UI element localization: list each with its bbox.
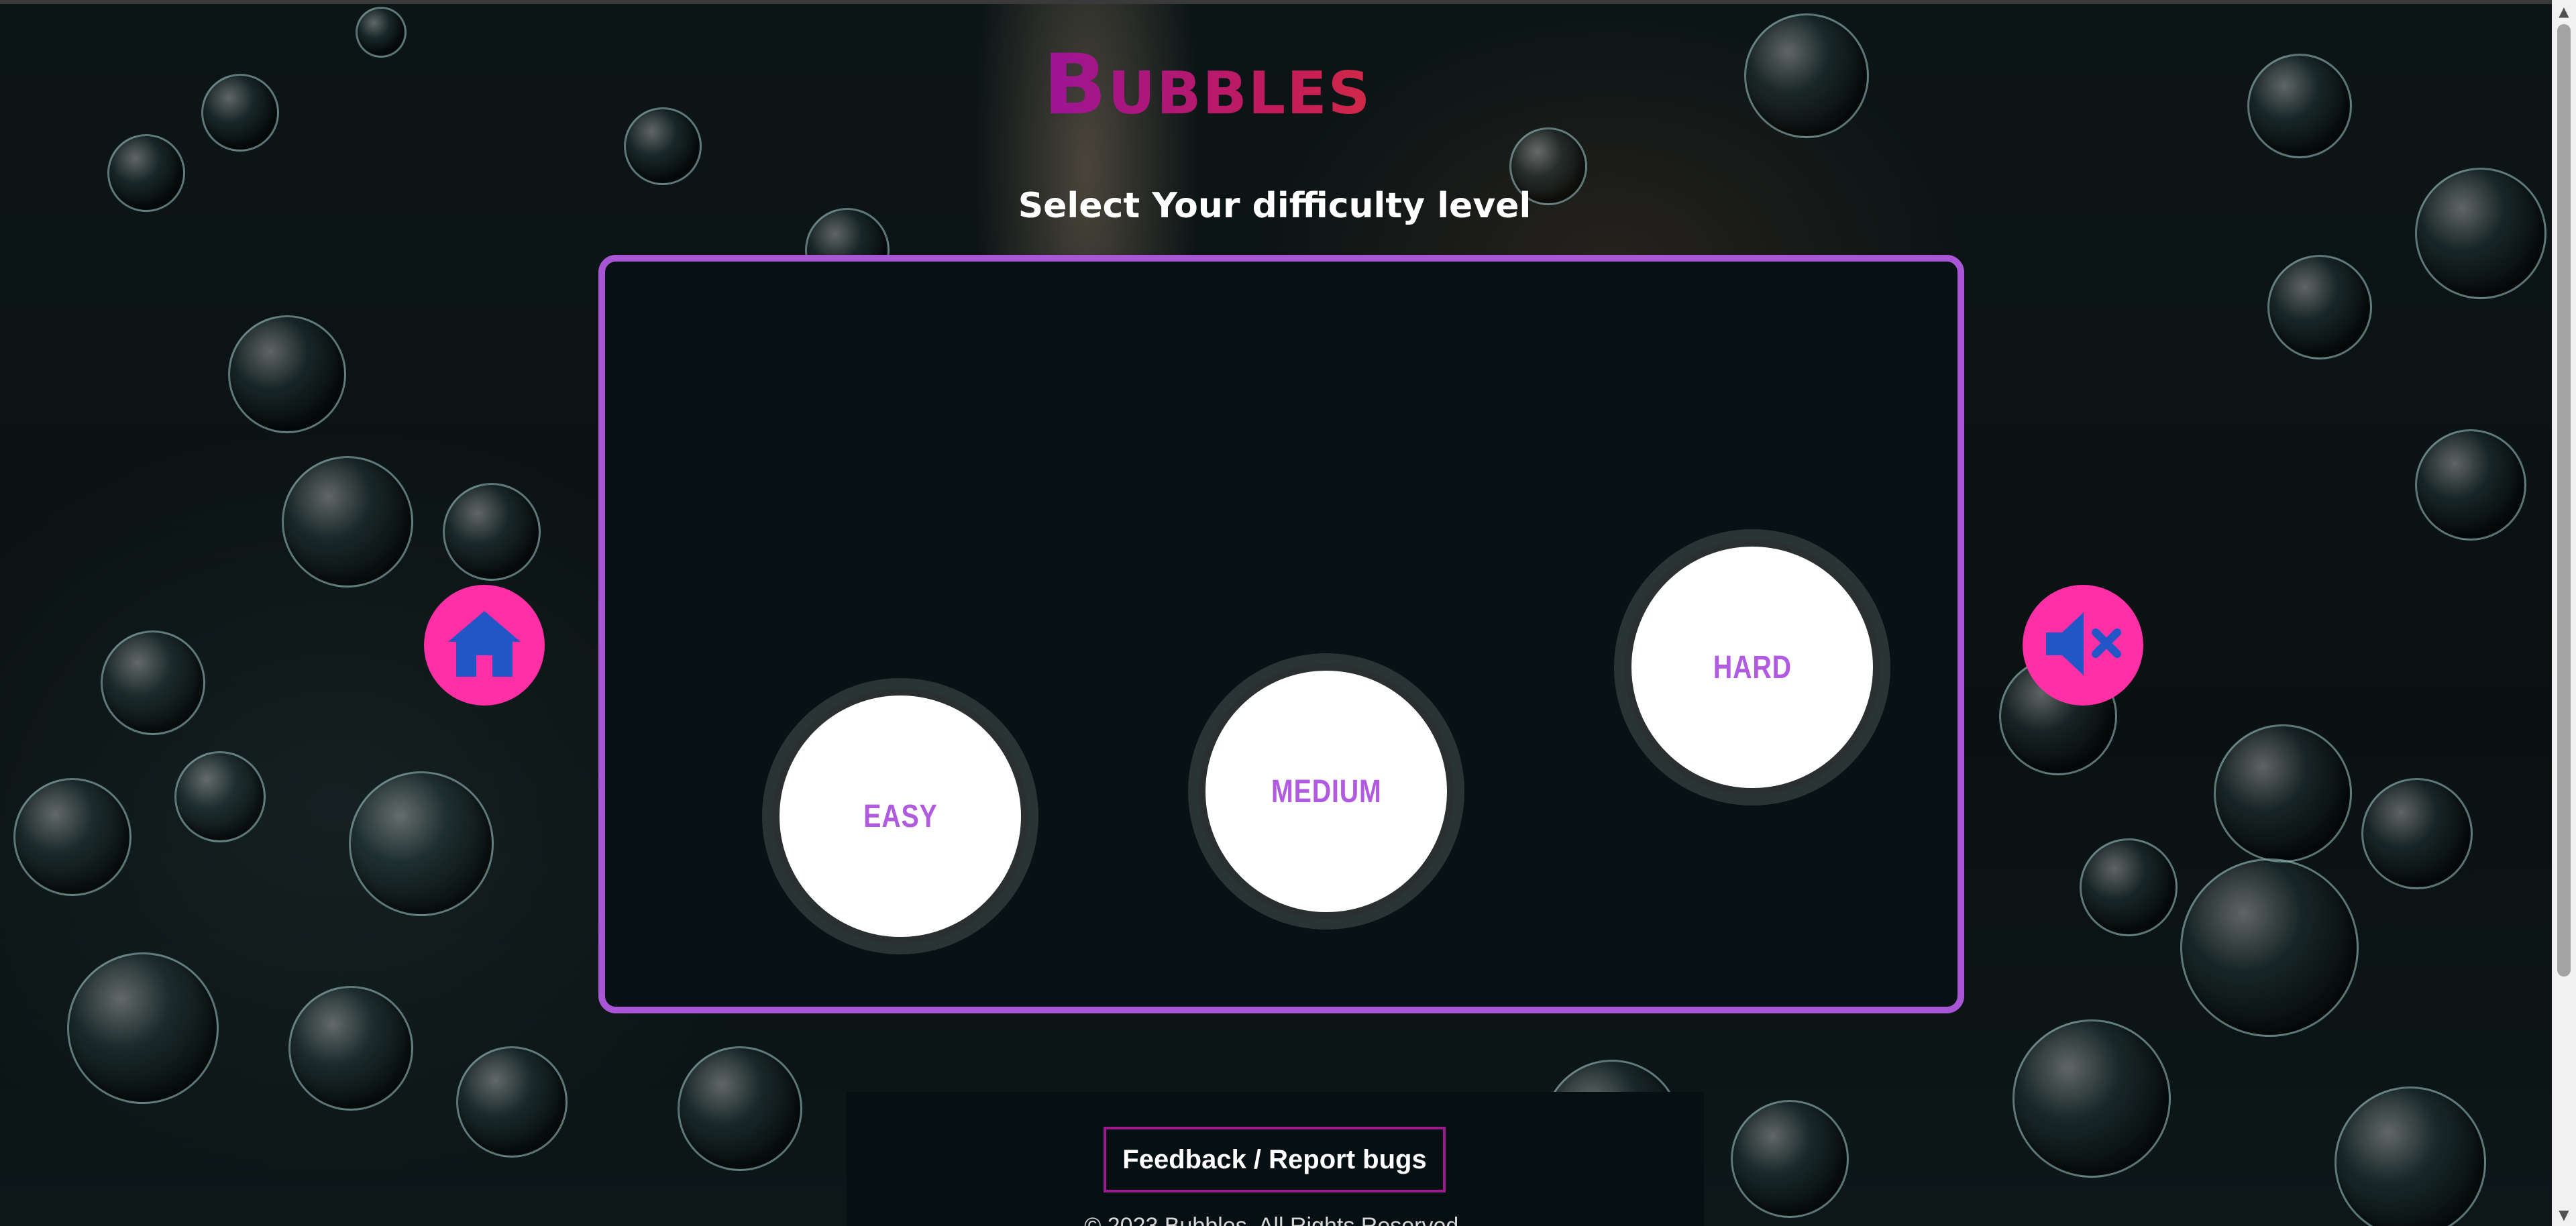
background-bubble (13, 778, 131, 896)
page-subtitle: Select Your difficulty level (1018, 186, 1532, 226)
home-button[interactable] (424, 585, 545, 706)
background-bubble (201, 74, 279, 152)
medium-difficulty-bubble[interactable]: MEDIUM (1199, 664, 1454, 919)
feedback-button[interactable]: Feedback / Report bugs (1104, 1127, 1446, 1192)
background-bubble (1731, 1100, 1849, 1218)
copyright-text: © 2023 Bubbles. All Rights Reserved. (1084, 1213, 1465, 1226)
background-bubble (174, 751, 266, 842)
background-bubble (101, 630, 205, 735)
background-bubble (2334, 1086, 2486, 1226)
background-bubble (2247, 54, 2352, 158)
background-bubble (107, 134, 185, 212)
background-bubble (456, 1046, 568, 1158)
hard-difficulty-bubble[interactable]: HARD (1625, 540, 1880, 795)
background-bubble (2267, 255, 2372, 359)
background-bubble (2415, 429, 2526, 541)
background-bubble (678, 1046, 802, 1171)
scroll-up-arrow-icon[interactable]: ▲ (2552, 0, 2576, 23)
home-icon (444, 607, 525, 683)
game-logo: Bubbles (1043, 42, 1513, 129)
background-bubble (2361, 778, 2473, 889)
vertical-scrollbar[interactable]: ▲ ▼ (2552, 0, 2576, 1226)
background-bubble (2180, 858, 2359, 1037)
easy-difficulty-bubble[interactable]: EASY (773, 689, 1028, 944)
background-bubble (67, 952, 219, 1104)
background-bubble (2415, 168, 2546, 299)
background-bubble (356, 7, 407, 58)
speaker-muted-icon (2039, 607, 2127, 683)
scroll-down-arrow-icon[interactable]: ▼ (2552, 1203, 2576, 1226)
browser-top-border (0, 0, 2576, 4)
background-bubble (2080, 838, 2178, 936)
background-bubble (624, 107, 702, 185)
background-bubble (443, 483, 541, 581)
background-bubble (1744, 13, 1869, 138)
background-bubble (2012, 1019, 2171, 1178)
scroll-thumb[interactable] (2557, 24, 2571, 977)
difficulty-panel: EASY MEDIUM HARD (598, 255, 1964, 1013)
background-bubble (349, 771, 494, 916)
background-bubble (228, 315, 346, 433)
medium-label: MEDIUM (1271, 773, 1382, 810)
background-bubble (288, 986, 413, 1111)
hard-label: HARD (1713, 649, 1792, 685)
sound-toggle-button[interactable] (2023, 585, 2143, 706)
easy-label: EASY (863, 798, 938, 834)
background-bubble (2214, 724, 2352, 862)
background-bubble (282, 456, 413, 588)
